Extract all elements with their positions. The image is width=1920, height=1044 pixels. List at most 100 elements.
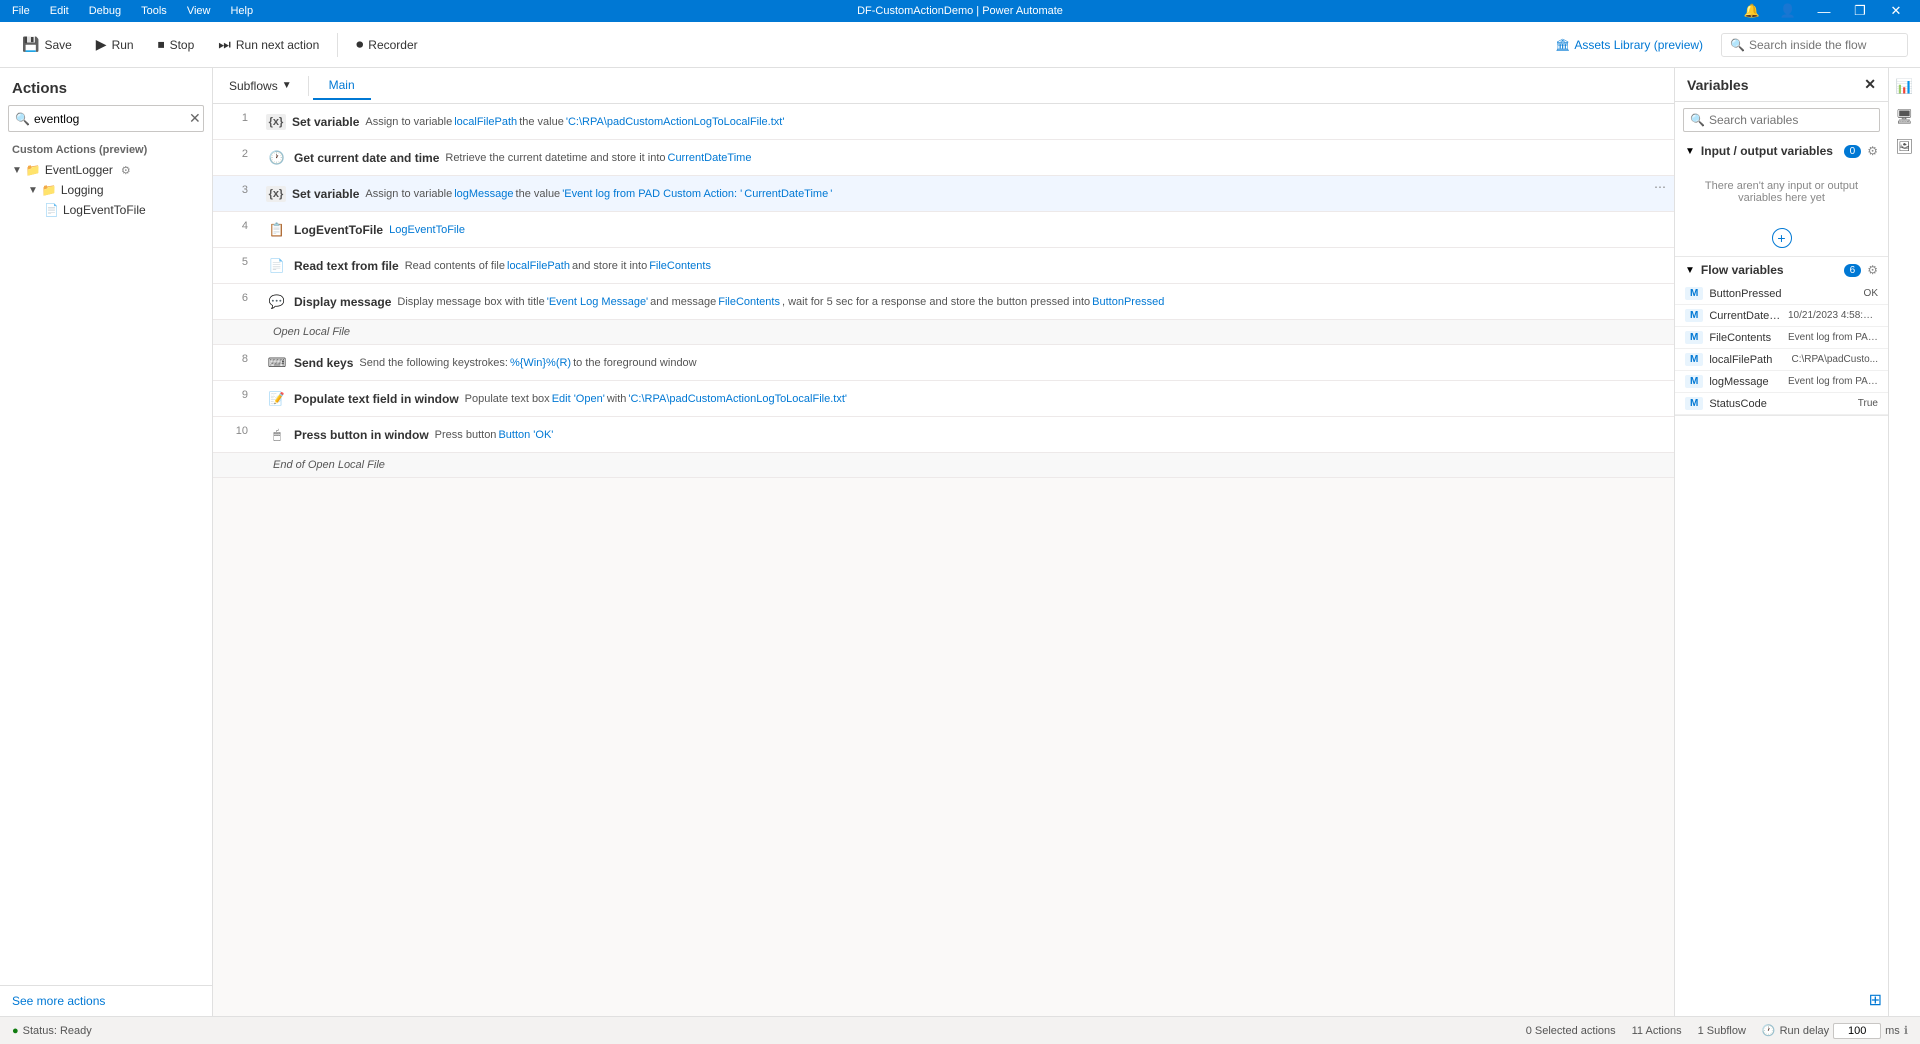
flow-variables-header[interactable]: ▼ Flow variables 6 ⚙ (1675, 257, 1888, 283)
canvas-area: 1 {x} Set variable Assign to variable lo… (213, 104, 1674, 1016)
filter-icon[interactable]: ⚙ (1867, 263, 1878, 277)
folder-icon: 📁 (42, 183, 57, 197)
assets-library-button[interactable]: 🏛 Assets Library (preview) (1545, 33, 1713, 57)
recorder-button[interactable]: ⏺ Recorder (346, 31, 427, 58)
action-number: 2 (213, 140, 258, 175)
titlebar-maximize[interactable]: ❐ (1844, 0, 1876, 22)
run-delay-container: 🕐 Run delay ms ℹ (1762, 1023, 1908, 1039)
save-icon: 💾 (22, 36, 39, 53)
var-item-statuscode[interactable]: M StatusCode True (1675, 393, 1888, 415)
action-row-8[interactable]: 8 ⌨ Send keys Send the following keystro… (213, 345, 1674, 381)
add-io-variable-button[interactable]: + (1772, 228, 1792, 248)
tab-main[interactable]: Main (313, 72, 371, 100)
io-section-title: Input / output variables (1701, 144, 1838, 158)
folder-icon: 📁 (26, 163, 41, 177)
menu-tools[interactable]: Tools (137, 5, 171, 17)
display-message-icon: 💬 (266, 291, 288, 313)
menu-debug[interactable]: Debug (85, 5, 125, 17)
action-row-9[interactable]: 9 📝 Populate text field in window Popula… (213, 381, 1674, 417)
chevron-down-icon: ▼ (28, 185, 38, 196)
search-icon: 🔍 (15, 112, 30, 126)
action-row-4[interactable]: 4 📋 LogEventToFile LogEventToFile (213, 212, 1674, 248)
see-more-actions-link[interactable]: See more actions (12, 994, 105, 1008)
recorder-icon: ⏺ (356, 36, 363, 53)
var-item-currentdatetime[interactable]: M CurrentDateTi... 10/21/2023 4:58:53... (1675, 305, 1888, 327)
stop-button[interactable]: ⏹ Stop (148, 31, 205, 58)
total-actions-status: 11 Actions (1632, 1025, 1682, 1037)
action-icon: 📄 (44, 203, 59, 217)
run-delay-help-icon[interactable]: ℹ (1904, 1024, 1908, 1037)
log-event-icon: 📋 (266, 219, 288, 241)
action-row-2[interactable]: 2 🕐 Get current date and time Retrieve t… (213, 140, 1674, 176)
run-next-icon: ⏭ (218, 36, 231, 53)
sidebar-footer: See more actions (0, 985, 212, 1016)
settings-icon[interactable]: ⚙ (121, 164, 131, 177)
custom-actions-label: Custom Actions (preview) (0, 140, 212, 160)
chevron-down-icon: ▼ (1685, 265, 1695, 276)
run-button[interactable]: ▶ Run (86, 31, 144, 58)
var-search-input[interactable] (1709, 113, 1873, 127)
tree-item-logeventtofile[interactable]: 📄 LogEventToFile (0, 200, 212, 220)
menu-edit[interactable]: Edit (46, 5, 73, 17)
set-variable-icon: {x} (266, 186, 286, 202)
status-ready: ● Status: Ready (12, 1025, 92, 1037)
titlebar-account[interactable]: 👤 (1772, 0, 1804, 22)
variables-toggle-icon[interactable]: 📊 (1891, 72, 1919, 100)
io-variables-header[interactable]: ▼ Input / output variables 0 ⚙ (1675, 138, 1888, 164)
status-bar: ● Status: Ready 0 Selected actions 11 Ac… (0, 1016, 1920, 1044)
titlebar-close[interactable]: ✕ (1880, 0, 1912, 22)
action-more-button[interactable]: ⋯ (1646, 176, 1674, 211)
action-number: 10 (213, 417, 258, 452)
action-row-3[interactable]: 3 {x} Set variable Assign to variable lo… (213, 176, 1674, 212)
read-file-icon: 📄 (266, 255, 288, 277)
tree-item-logging[interactable]: ▼ 📁 Logging (0, 180, 212, 200)
var-item-filecontents[interactable]: M FileContents Event log from PAD... (1675, 327, 1888, 349)
action-number: 6 (213, 284, 258, 319)
flow-variables-section: ▼ Flow variables 6 ⚙ M ButtonPressed OK … (1675, 257, 1888, 416)
flow-badge: 6 (1844, 264, 1862, 277)
action-row-10[interactable]: 10 🖱 Press button in window Press button… (213, 417, 1674, 453)
actions-panel-title: Actions (0, 68, 212, 105)
action-number: 9 (213, 381, 258, 416)
search-icon: 🔍 (1690, 113, 1705, 127)
images-icon[interactable]: 🖼 (1891, 132, 1919, 160)
group-end-open-local-file: End of Open Local File (213, 453, 1674, 478)
io-badge: 0 (1844, 145, 1862, 158)
assets-icon: 🏛 (1555, 38, 1570, 52)
variables-panel-close[interactable]: ✕ (1864, 76, 1876, 93)
save-button[interactable]: 💾 Save (12, 31, 82, 58)
filter-icon[interactable]: ⚙ (1867, 144, 1878, 158)
search-flow-input[interactable] (1749, 38, 1899, 52)
search-clear-button[interactable]: ✕ (189, 110, 201, 127)
menu-view[interactable]: View (183, 5, 215, 17)
window-title: DF-CustomActionDemo | Power Automate (857, 5, 1063, 17)
action-number: 5 (213, 248, 258, 283)
set-variable-icon: {x} (266, 114, 286, 130)
run-delay-input[interactable] (1833, 1023, 1881, 1039)
io-variables-section: ▼ Input / output variables 0 ⚙ There are… (1675, 138, 1888, 257)
stop-icon: ⏹ (158, 36, 165, 53)
action-row-1[interactable]: 1 {x} Set variable Assign to variable lo… (213, 104, 1674, 140)
search-flow-icon: 🔍 (1730, 38, 1745, 52)
titlebar-minimize[interactable]: — (1808, 0, 1840, 22)
var-item-localfilepath[interactable]: M localFilePath C:\RPA\padCusto... (1675, 349, 1888, 371)
action-row-5[interactable]: 5 📄 Read text from file Read contents of… (213, 248, 1674, 284)
send-keys-icon: ⌨ (266, 352, 288, 374)
titlebar-notification[interactable]: 🔔 (1736, 0, 1768, 22)
action-row-6[interactable]: 6 💬 Display message Display message box … (213, 284, 1674, 320)
var-panel-expand-icon[interactable]: ⊞ (1869, 990, 1882, 1010)
tree-item-eventlogger[interactable]: ▼ 📁 EventLogger ⚙ (0, 160, 212, 180)
selected-actions-status: 0 Selected actions (1526, 1025, 1616, 1037)
ui-elements-icon[interactable]: 🖥 (1891, 102, 1919, 130)
menu-file[interactable]: File (8, 5, 34, 17)
actions-search-input[interactable] (34, 112, 189, 126)
menu-help[interactable]: Help (226, 5, 257, 17)
run-next-button[interactable]: ⏭ Run next action (208, 31, 329, 58)
action-number: 3 (213, 176, 258, 211)
var-item-buttonpressed[interactable]: M ButtonPressed OK (1675, 283, 1888, 305)
subflows-button[interactable]: Subflows ▼ (217, 73, 304, 99)
var-item-logmessage[interactable]: M logMessage Event log from PAD... (1675, 371, 1888, 393)
group-label-open-local-file: Open Local File (213, 320, 1674, 345)
flow-section-title: Flow variables (1701, 263, 1838, 277)
chevron-down-icon: ▼ (282, 80, 292, 91)
